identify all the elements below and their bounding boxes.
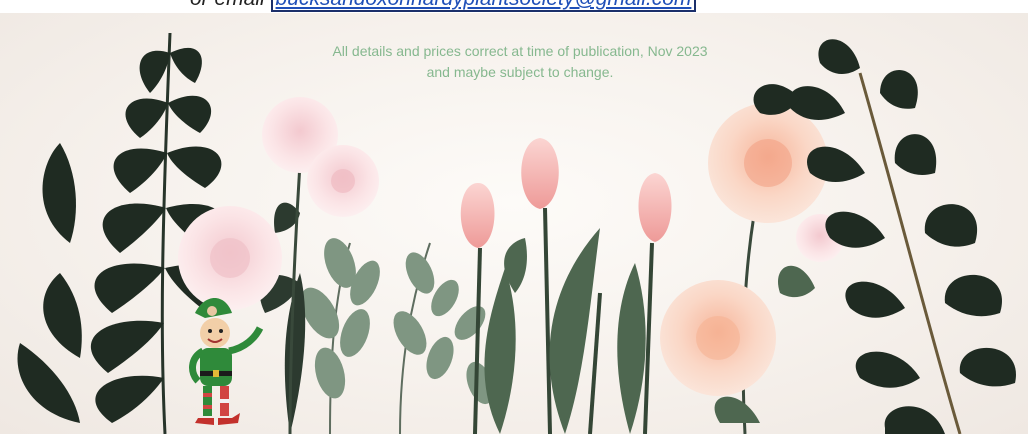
contact-line: or email bucksandoxonhardyplantsociety@g…: [190, 0, 697, 12]
tulip-group: [460, 138, 672, 434]
elf-icon: [189, 298, 264, 425]
header-strip: or email bucksandoxonhardyplantsociety@g…: [0, 0, 1028, 13]
publication-notice: All details and prices correct at time o…: [240, 41, 800, 83]
email-link[interactable]: bucksandoxonhardyplantsociety@gmail.com: [270, 0, 697, 12]
document-page: or email bucksandoxonhardyplantsociety@g…: [0, 0, 1028, 434]
tulip-icon: [460, 138, 672, 248]
notice-line-2: and maybe subject to change.: [426, 64, 614, 80]
floral-banner: All details and prices correct at time o…: [0, 13, 1028, 434]
contact-prefix: or email: [190, 0, 271, 10]
notice-line-1: All details and prices correct at time o…: [332, 43, 708, 59]
